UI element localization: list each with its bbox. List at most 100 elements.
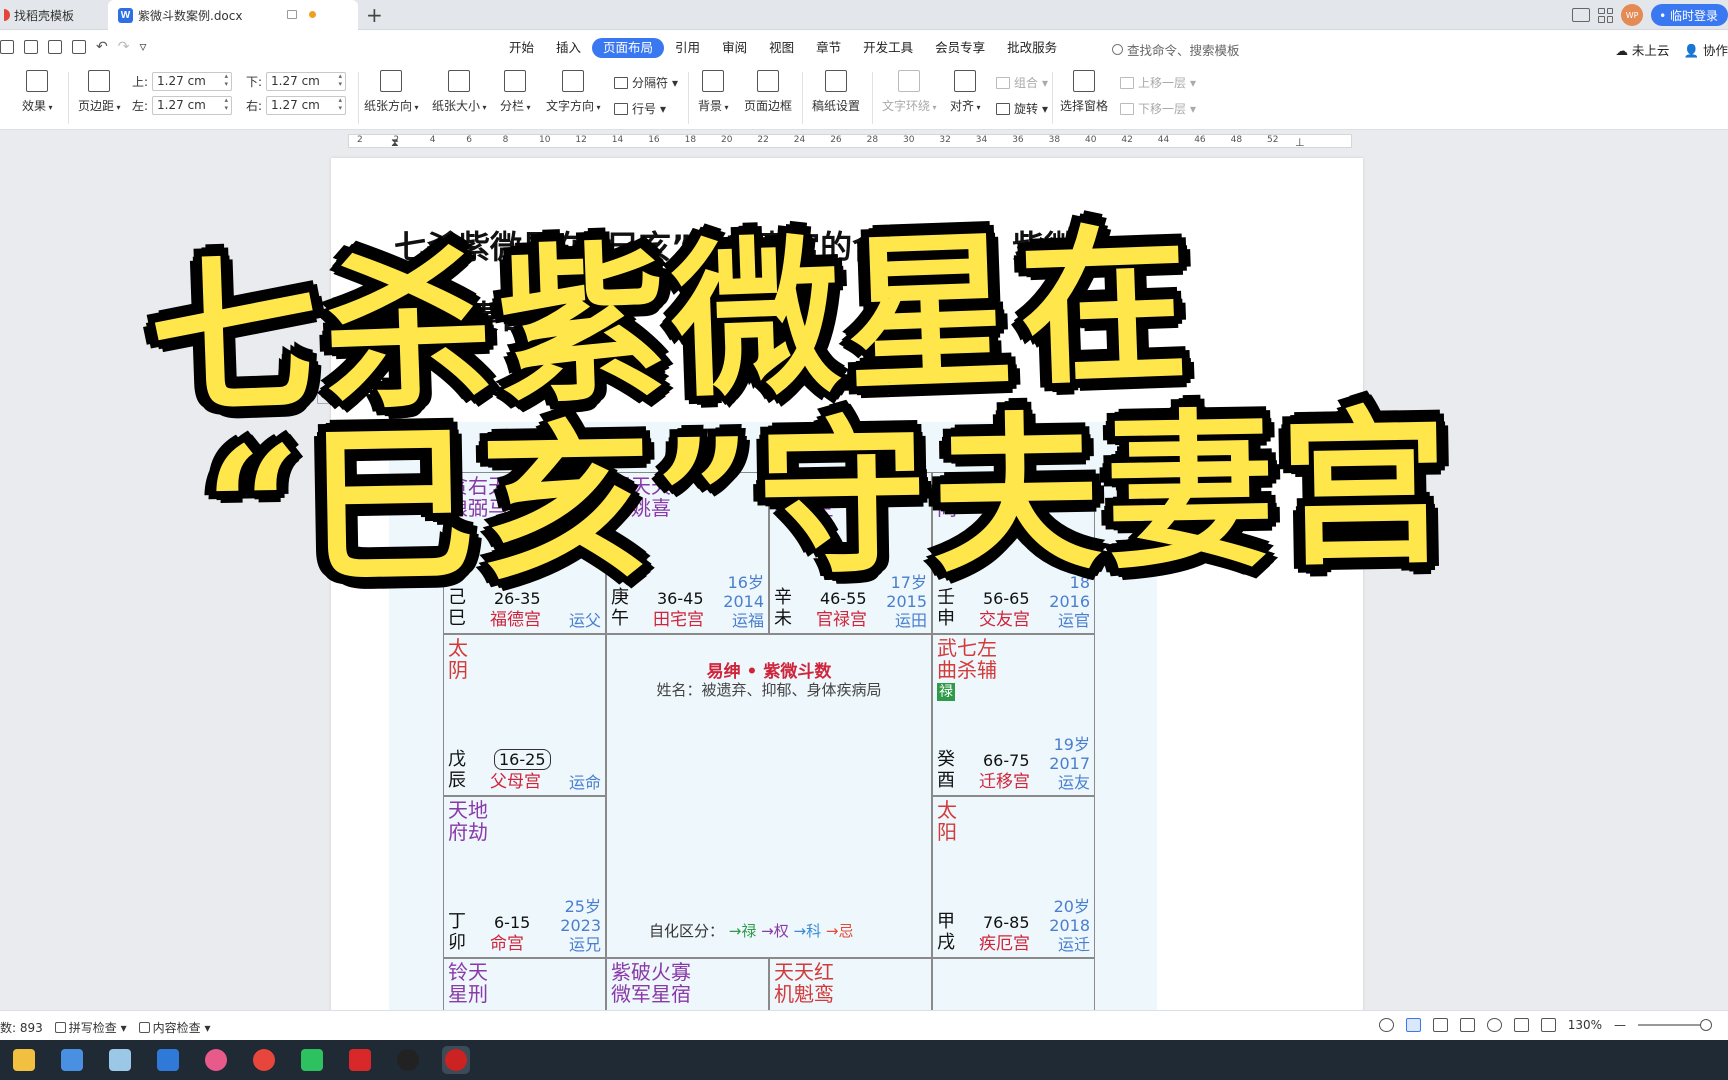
ribbon-tab-3[interactable]: 引用	[664, 38, 711, 58]
customize-qat-icon[interactable]: ▿	[139, 40, 146, 54]
taskbar	[0, 1040, 1728, 1080]
bring-forward-button[interactable]: 上移一层 ▾	[1120, 74, 1196, 91]
mail-icon[interactable]	[154, 1046, 182, 1074]
ribbon-tab-0[interactable]: 开始	[498, 38, 545, 58]
margin-top-label: 上:	[132, 75, 149, 89]
palace-mao-name: 命宫	[490, 934, 524, 954]
fit-page-icon[interactable]	[1540, 1018, 1556, 1032]
background-button[interactable]: 背景	[698, 70, 729, 114]
ruler-number: 12	[575, 135, 587, 145]
breaks-button[interactable]: 分隔符 ▾	[614, 74, 678, 91]
wechat-icon[interactable]	[298, 1046, 326, 1074]
margin-bottom-field[interactable]: 下: 1.27 cm	[246, 72, 347, 91]
margin-right-input[interactable]: 1.27 cm	[266, 96, 347, 115]
status-bar: 数: 893 拼写检查 ▾ 内容检查 ▾ 130% —	[0, 1010, 1728, 1040]
avatar[interactable]: WP	[1621, 4, 1644, 26]
ruler-number: 40	[1085, 135, 1097, 145]
content-check-button[interactable]: 内容检查 ▾	[138, 1019, 210, 1036]
spell-check-button[interactable]: 拼写检查 ▾	[54, 1019, 127, 1036]
tab-document[interactable]: W 紫微斗数案例.docx	[108, 0, 358, 30]
print-icon[interactable]	[48, 40, 62, 54]
orientation-button[interactable]: 纸张方向	[364, 70, 419, 114]
rotate-button[interactable]: 旋转 ▾	[996, 100, 1048, 117]
margins-button[interactable]: 页边距	[78, 70, 121, 114]
text-direction-icon	[562, 70, 585, 92]
ribbon-tab-6[interactable]: 章节	[805, 38, 852, 58]
reading-view-icon[interactable]	[1459, 1018, 1475, 1032]
margin-left-field[interactable]: 左: 1.27 cm	[132, 96, 233, 115]
wps-icon[interactable]	[346, 1046, 374, 1074]
page-view-icon[interactable]	[1405, 1018, 1421, 1032]
ribbon-tab-4[interactable]: 审阅	[711, 38, 758, 58]
palace-chen-ganzhi: 戊 辰	[448, 749, 466, 791]
ribbon-tab-9[interactable]: 批改服务	[996, 38, 1068, 58]
align-button[interactable]: 对齐	[950, 70, 981, 114]
paper-size-button[interactable]: 纸张大小	[432, 70, 487, 114]
print-preview-icon[interactable]	[72, 40, 86, 54]
color-app-icon[interactable]	[202, 1046, 230, 1074]
temp-login-button[interactable]: • 临时登录	[1651, 4, 1728, 26]
paragraph-marker-icon[interactable]	[317, 390, 329, 404]
document-scroll-area[interactable]: 七杀紫微星在“巳亥”守夫妻宫的含义讲解。紫微斗 妻宫 贪右天 狼弼马 己 巳 2…	[0, 151, 1728, 1010]
margin-left-input[interactable]: 1.27 cm	[152, 96, 233, 115]
columns-button[interactable]: 分栏	[500, 70, 531, 114]
margin-top-field[interactable]: 上: 1.27 cm	[132, 72, 233, 91]
eye-protection-icon[interactable]	[1378, 1018, 1394, 1032]
horizontal-ruler[interactable]: ⧗ ⊥ 2 2 4 6 8 10 12 14 16 18 20 22 24 26 28 30 32 34 36 38 4…	[0, 131, 1728, 151]
zoom-out-button[interactable]: —	[1614, 1018, 1626, 1032]
document-page[interactable]: 七杀紫微星在“巳亥”守夫妻宫的含义讲解。紫微斗 妻宫 贪右天 狼弼马 己 巳 2…	[317, 158, 1363, 1010]
zoom-level[interactable]: 130%	[1568, 1018, 1602, 1032]
recorder-icon[interactable]	[442, 1046, 470, 1074]
ribbon-tab-1[interactable]: 插入	[545, 38, 592, 58]
chrome-icon[interactable]	[250, 1046, 278, 1074]
tab-window-icon[interactable]	[287, 10, 297, 19]
text-wrap-button[interactable]: 文字环绕	[882, 70, 937, 114]
word-count[interactable]: 数: 893	[0, 1019, 43, 1036]
ribbon-tab-2[interactable]: 页面布局	[592, 38, 665, 58]
palace-shen-yun: 运官	[1057, 611, 1090, 630]
zoom-slider[interactable]	[1638, 1019, 1712, 1031]
file-explorer-icon[interactable]	[10, 1046, 38, 1074]
ribbon-tab-5[interactable]: 视图	[758, 38, 805, 58]
ribbon-tab-7[interactable]: 开发工具	[852, 38, 924, 58]
notes-app-icon[interactable]	[106, 1046, 134, 1074]
selection-pane-button[interactable]: 选择窗格	[1060, 70, 1108, 114]
page-border-button[interactable]: 页面边框	[744, 70, 792, 114]
palace-chen-yun: 运命	[568, 773, 601, 792]
web-view-icon[interactable]	[1486, 1018, 1502, 1032]
ruler-number: 8	[502, 135, 509, 145]
send-backward-button[interactable]: 下移一层 ▾	[1120, 100, 1196, 117]
hua-lu-tag: 禄	[937, 683, 955, 701]
cloud-status-button[interactable]: ☁ 未上云	[1615, 40, 1669, 59]
qq-icon[interactable]	[394, 1046, 422, 1074]
store-icon[interactable]	[58, 1046, 86, 1074]
pen-icon[interactable]	[1513, 1018, 1529, 1032]
palace-si-stars: 贪右天 狼弼马	[448, 474, 508, 520]
tab-template-store[interactable]: 找稻壳模板	[0, 0, 108, 30]
grid-paper-button[interactable]: 稿纸设置	[812, 70, 860, 114]
command-search[interactable]: 查找命令、搜索模板	[1112, 40, 1240, 59]
margin-top-input[interactable]: 1.27 cm	[152, 72, 233, 91]
palace-you-hua: 禄	[937, 683, 955, 701]
group-button[interactable]: 组合 ▾	[996, 74, 1048, 91]
apps-grid-icon[interactable]	[1598, 7, 1614, 23]
effects-label: 效果	[22, 97, 53, 114]
orientation-label: 纸张方向	[364, 97, 419, 114]
new-tab-button[interactable]: +	[366, 3, 383, 27]
undo-icon[interactable]: ↶	[96, 40, 108, 54]
save-icon[interactable]	[0, 40, 14, 54]
line-numbers-button[interactable]: 行号 ▾	[614, 100, 666, 117]
margin-bottom-input[interactable]: 1.27 cm	[266, 72, 347, 91]
reading-mode-icon[interactable]	[1572, 8, 1591, 22]
redo-icon[interactable]: ↷	[118, 40, 130, 54]
collaborate-button[interactable]: 👤 协作	[1683, 40, 1728, 59]
text-direction-button[interactable]: 文字方向	[546, 70, 601, 114]
effects-button[interactable]: 效果	[22, 70, 53, 114]
outline-view-icon[interactable]	[1432, 1018, 1448, 1032]
margin-right-field[interactable]: 右: 1.27 cm	[246, 96, 347, 115]
spell-check-label: 拼写检查	[68, 1021, 117, 1035]
palace-cell-hai	[932, 958, 1095, 1010]
export-pdf-icon[interactable]	[24, 40, 38, 54]
ribbon-tab-8[interactable]: 会员专享	[924, 38, 996, 58]
right-indent-marker-icon[interactable]: ⊥	[1295, 136, 1305, 149]
